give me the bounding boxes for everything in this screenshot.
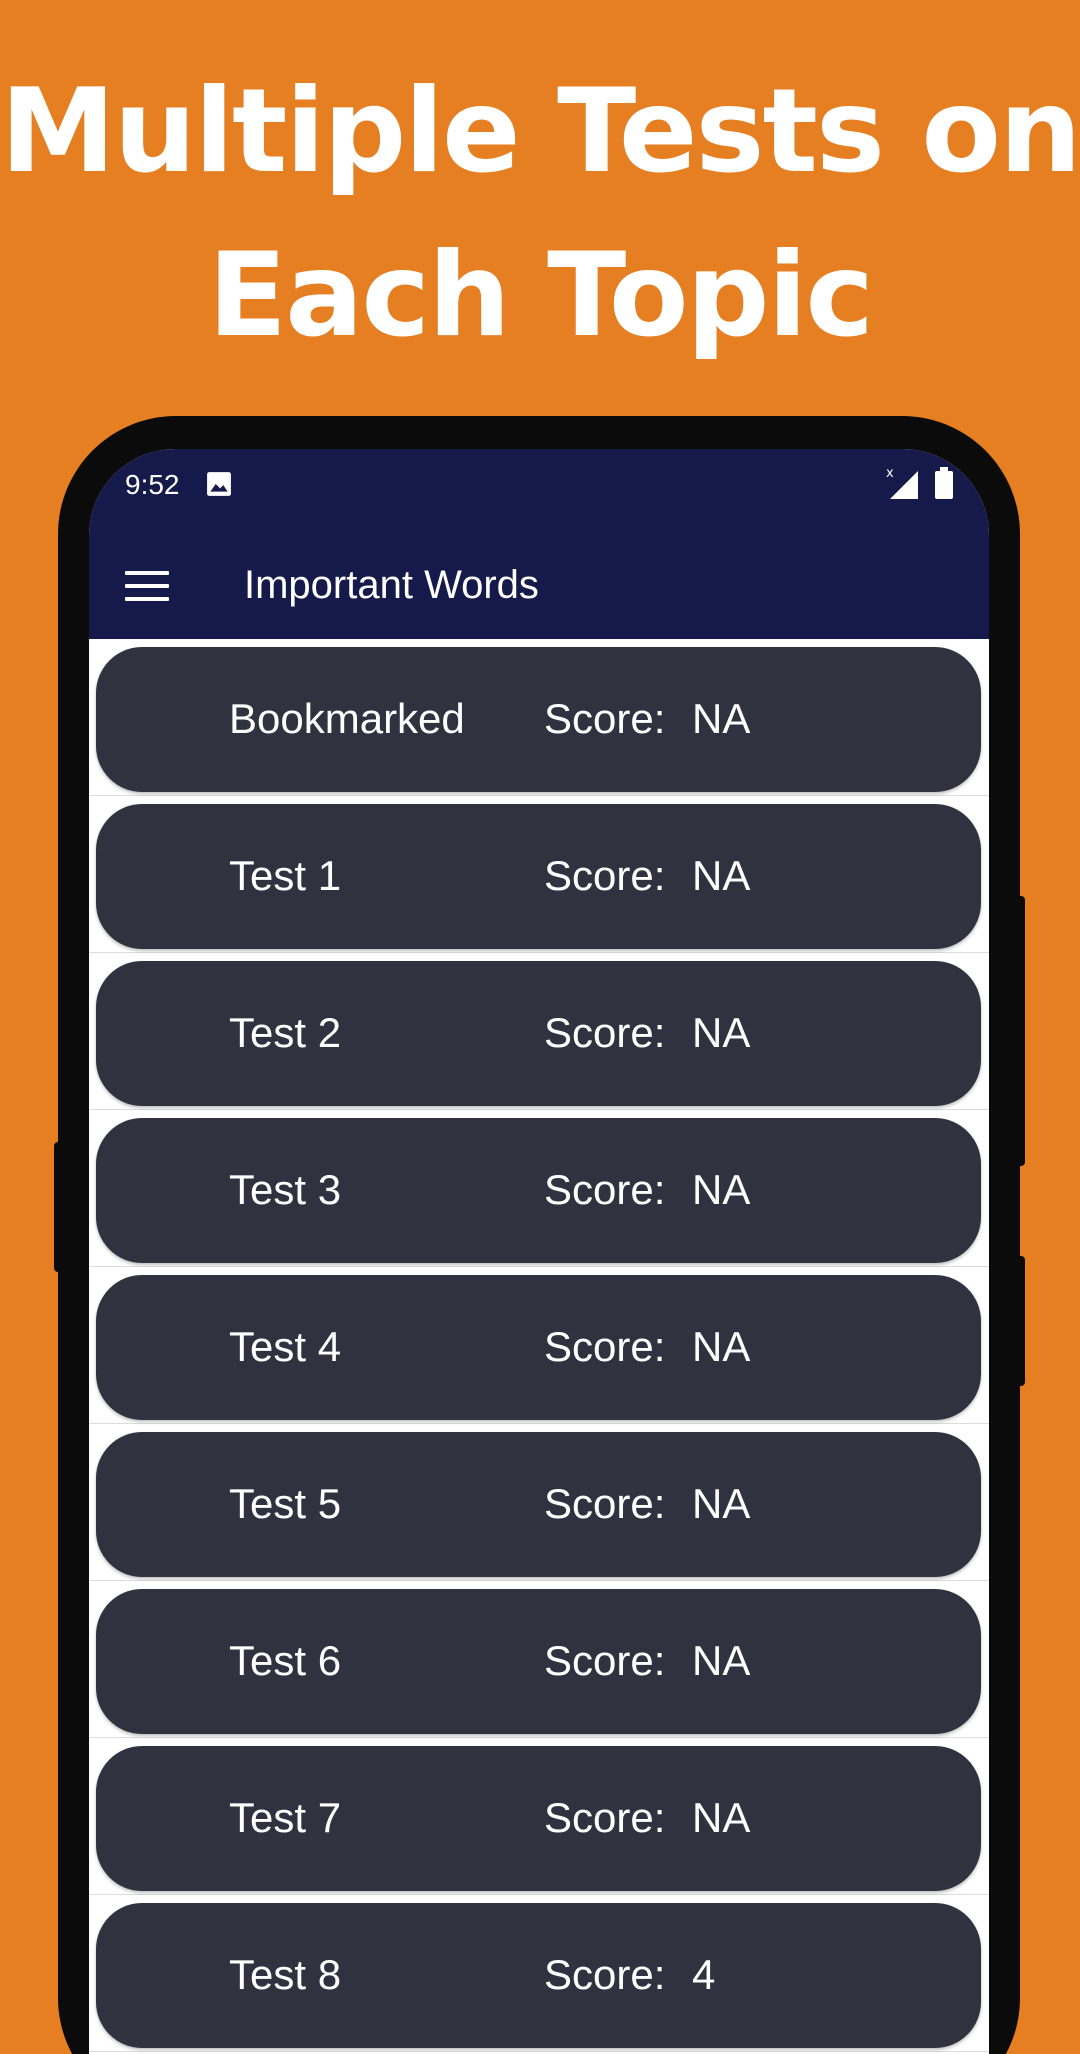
menu-icon[interactable] [125,571,169,603]
test-name: Test 7 [229,1794,342,1841]
score-value: NA [692,1480,751,1527]
list-item: Test 6 Score: NA [89,1581,989,1738]
list-item: Test 5 Score: NA [89,1424,989,1581]
test-name: Test 5 [229,1480,342,1527]
test-card-bookmarked[interactable]: Bookmarked Score: NA [96,647,981,792]
list-item: Bookmarked Score: NA [89,639,989,796]
app-bar: Important Words [89,535,989,639]
score-label: Score: [544,695,666,742]
score-value: NA [692,852,751,899]
score-label: Score: [544,1480,666,1527]
score-label: Score: [544,1794,666,1841]
phone-volume-button [54,1142,64,1272]
signal-icon: x [886,466,918,499]
score-value: NA [692,1794,751,1841]
score-value: NA [692,1166,751,1213]
test-name: Test 1 [229,852,342,899]
score-label: Score: [544,1166,666,1213]
status-time: 9:52 [125,469,180,500]
test-list: Bookmarked Score: NA Test 1 Score: NA Te… [89,639,989,2052]
list-item: Test 8 Score: 4 [89,1895,989,2052]
score-label: Score: [544,1951,666,1998]
headline-line-1: Multiple Tests on [0,64,1080,199]
list-item: Test 1 Score: NA [89,796,989,953]
score-value: NA [692,1637,751,1684]
score-value: NA [692,1323,751,1370]
image-icon [207,472,231,496]
score-value: NA [692,695,751,742]
phone-side-button [1015,1256,1025,1386]
promo-headline: Multiple Tests on Each Topic [0,50,1080,378]
score-value: 4 [692,1951,716,1998]
score-label: Score: [544,1323,666,1370]
headline-line-2: Each Topic [207,228,874,363]
test-name: Test 2 [229,1009,342,1056]
test-name: Test 3 [229,1166,342,1213]
list-item: Test 2 Score: NA [89,953,989,1110]
test-name: Test 8 [229,1951,342,1998]
test-name: Test 4 [229,1323,342,1370]
test-card-8[interactable]: Test 8 Score: 4 [96,1903,981,2048]
list-item: Test 7 Score: NA [89,1738,989,1895]
test-name: Bookmarked [229,695,465,742]
test-card-1[interactable]: Test 1 Score: NA [96,804,981,949]
score-label: Score: [544,1009,666,1056]
test-card-4[interactable]: Test 4 Score: NA [96,1275,981,1420]
battery-icon [935,467,953,499]
svg-text:x: x [886,466,894,481]
test-card-5[interactable]: Test 5 Score: NA [96,1432,981,1577]
test-name: Test 6 [229,1637,342,1684]
test-card-2[interactable]: Test 2 Score: NA [96,961,981,1106]
phone-screen: 9:52 x Important Words Bookmarked Score:… [89,449,989,2054]
test-card-3[interactable]: Test 3 Score: NA [96,1118,981,1263]
test-card-6[interactable]: Test 6 Score: NA [96,1589,981,1734]
phone-power-button [1015,896,1025,1166]
score-label: Score: [544,1637,666,1684]
app-title: Important Words [244,563,539,607]
score-label: Score: [544,852,666,899]
status-bar: 9:52 x [89,449,989,535]
list-item: Test 3 Score: NA [89,1110,989,1267]
test-card-7[interactable]: Test 7 Score: NA [96,1746,981,1891]
list-item: Test 4 Score: NA [89,1267,989,1424]
score-value: NA [692,1009,751,1056]
